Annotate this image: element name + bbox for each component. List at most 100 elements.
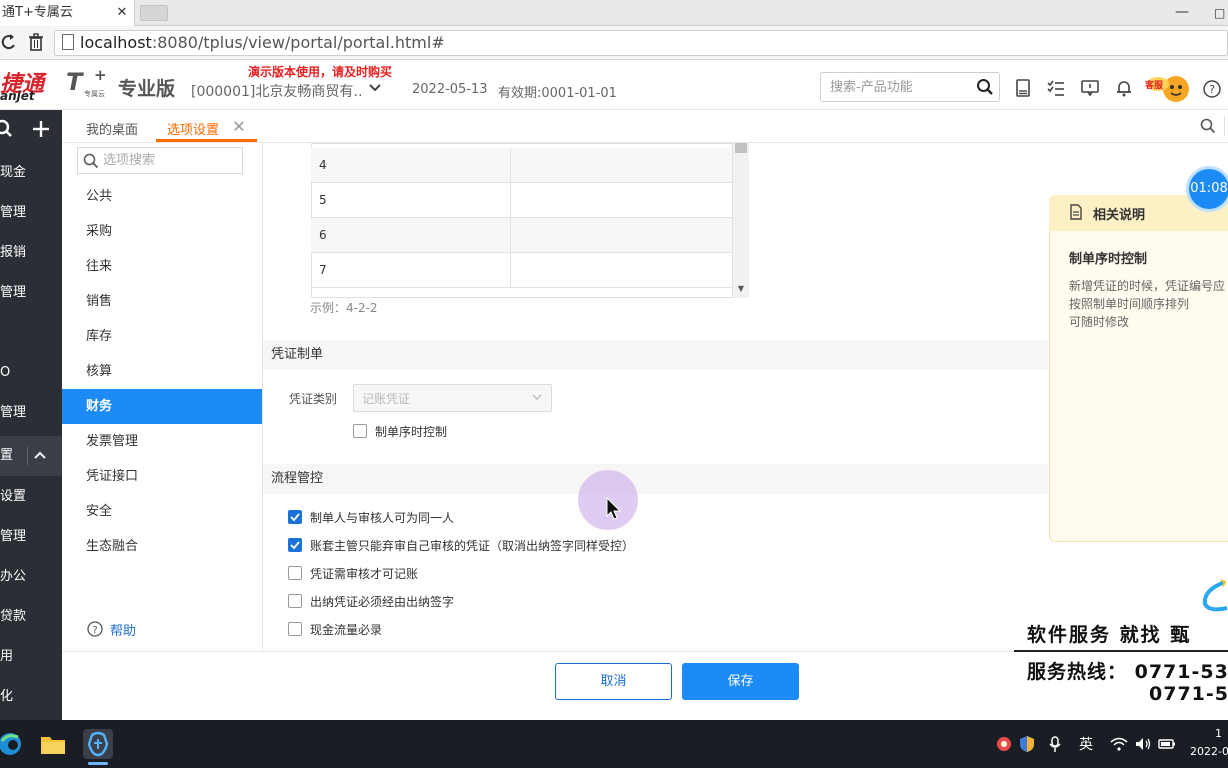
- section-voucher-header: 凭证制单: [263, 340, 1048, 370]
- options-item[interactable]: 采购: [62, 214, 262, 249]
- volume-icon[interactable]: [1134, 735, 1152, 753]
- calculator-icon[interactable]: [1013, 78, 1033, 98]
- chevron-up-icon[interactable]: [32, 447, 48, 463]
- watermark-rule: [1014, 650, 1228, 652]
- table-row[interactable]: 4: [311, 148, 732, 183]
- nav-item[interactable]: [0, 313, 62, 353]
- window-minimize-button[interactable]: —: [1170, 0, 1194, 26]
- page-info-icon[interactable]: [62, 34, 74, 50]
- company-selector[interactable]: [000001]北京友畅商贸有…: [191, 81, 361, 101]
- voucher-type-value: 记账凭证: [362, 392, 411, 406]
- taskbar-time[interactable]: 1: [1215, 727, 1222, 740]
- options-item[interactable]: 库存: [62, 319, 262, 354]
- options-item[interactable]: 往来: [62, 249, 262, 284]
- nav-item[interactable]: 设置: [0, 477, 62, 517]
- nav-item[interactable]: 用: [0, 637, 62, 677]
- battery-icon[interactable]: [1158, 735, 1176, 753]
- edition-label: 专业版: [118, 78, 176, 100]
- file-explorer-icon[interactable]: [40, 732, 66, 756]
- flow-option-checkbox[interactable]: [288, 622, 302, 636]
- svg-text:?: ?: [1209, 83, 1215, 96]
- grid-scrollbar-thumb[interactable]: [735, 143, 747, 153]
- nav-item[interactable]: 报销: [0, 233, 62, 273]
- close-icon[interactable]: ✕: [231, 117, 247, 137]
- flow-option-checkbox[interactable]: [288, 566, 302, 580]
- options-item[interactable]: 销售: [62, 284, 262, 319]
- url-text[interactable]: localhost:8080/tplus/view/portal/portal.…: [80, 31, 445, 55]
- flow-option-label: 现金流量必录: [310, 623, 383, 637]
- checklist-icon[interactable]: [1046, 78, 1066, 98]
- grid-cell-level: 7: [311, 253, 511, 287]
- help-icon[interactable]: ?: [87, 621, 103, 637]
- nav-item[interactable]: 现金: [0, 153, 62, 193]
- edge-browser-icon[interactable]: [0, 731, 24, 757]
- flow-option-label: 凭证需审核才可记账: [310, 567, 419, 581]
- microphone-icon[interactable]: [1046, 735, 1064, 753]
- nav-item[interactable]: 管理: [0, 193, 62, 233]
- product-search-input[interactable]: [830, 76, 970, 98]
- demo-notice[interactable]: 演示版本使用，请及时购买: [248, 63, 392, 80]
- nav-item[interactable]: 管理: [0, 393, 62, 433]
- grid-cell-length[interactable]: [511, 183, 732, 217]
- tray-app-icon[interactable]: [995, 735, 1013, 753]
- grid-cell-length[interactable]: [511, 218, 732, 252]
- message-icon[interactable]: [1080, 78, 1100, 98]
- nav-item[interactable]: 贷款: [0, 597, 62, 637]
- nav-search-icon[interactable]: [0, 118, 18, 140]
- tab-my-desktop[interactable]: 我的桌面: [86, 119, 138, 138]
- options-item[interactable]: 生态融合: [62, 529, 262, 564]
- browser-tab-close-icon[interactable]: ✕: [114, 0, 130, 26]
- browser-tab-bar: [0, 0, 1228, 26]
- wifi-icon[interactable]: [1110, 735, 1128, 753]
- order-control-checkbox[interactable]: [353, 424, 367, 438]
- bell-icon[interactable]: [1114, 78, 1134, 98]
- trash-icon[interactable]: [26, 30, 46, 54]
- options-item[interactable]: 安全: [62, 494, 262, 529]
- flow-option-checkbox[interactable]: [288, 510, 302, 524]
- new-tab-button[interactable]: [140, 5, 168, 21]
- reload-icon[interactable]: [0, 30, 18, 54]
- nav-item[interactable]: 化: [0, 677, 62, 717]
- nav-add-icon[interactable]: [30, 118, 52, 140]
- scroll-down-icon[interactable]: ▼: [735, 284, 747, 294]
- business-date: 2022-05-13: [412, 82, 488, 97]
- tabs-search-icon[interactable]: [1200, 118, 1216, 134]
- options-item[interactable]: 公共: [62, 179, 262, 214]
- nav-item[interactable]: 管理: [0, 517, 62, 557]
- help-icon[interactable]: ?: [1203, 80, 1221, 98]
- grid-cell-length[interactable]: [511, 148, 732, 182]
- nav-item[interactable]: O: [0, 353, 62, 393]
- nav-section-divider: [27, 447, 28, 465]
- tplus-app-icon[interactable]: [83, 729, 113, 759]
- chevron-down-icon[interactable]: [367, 80, 383, 96]
- product-logo-plus: +: [94, 66, 107, 84]
- search-icon[interactable]: [976, 78, 994, 96]
- nav-item[interactable]: 管理: [0, 273, 62, 313]
- table-row[interactable]: 5: [311, 183, 732, 218]
- options-item[interactable]: 发票管理: [62, 424, 262, 459]
- options-item[interactable]: 核算: [62, 354, 262, 389]
- nav-item[interactable]: 办公: [0, 557, 62, 597]
- tab-options-settings[interactable]: 选项设置: [167, 119, 219, 138]
- flow-option-checkbox[interactable]: [288, 594, 302, 608]
- related-info-subtitle: 制单序时控制: [1069, 252, 1148, 267]
- flow-option-label: 出纳凭证必须经由出纳签字: [310, 595, 455, 609]
- options-item[interactable]: 凭证接口: [62, 459, 262, 494]
- options-item-active[interactable]: 财务: [62, 389, 262, 424]
- taskbar-date[interactable]: 2022-0: [1190, 745, 1228, 758]
- options-search-input[interactable]: [103, 150, 239, 171]
- save-button[interactable]: 保存: [682, 663, 799, 700]
- cancel-button[interactable]: 取消: [555, 663, 672, 700]
- shield-icon[interactable]: [1018, 735, 1036, 753]
- grid-scrollbar[interactable]: [732, 143, 749, 298]
- browser-tab-title: 通T+专属云: [2, 5, 73, 20]
- grid-cell-length[interactable]: [511, 253, 732, 287]
- input-language-indicator[interactable]: 英: [1079, 734, 1093, 754]
- table-row[interactable]: 7: [311, 253, 732, 288]
- watermark-hotline: 服务热线： 0771-530: [1027, 661, 1228, 683]
- grid-cell-level: 6: [311, 218, 511, 252]
- help-link[interactable]: 帮助: [110, 620, 136, 639]
- flow-option-checkbox[interactable]: [288, 538, 302, 552]
- window-restore-button[interactable]: □: [1214, 0, 1228, 26]
- table-row[interactable]: 6: [311, 218, 732, 253]
